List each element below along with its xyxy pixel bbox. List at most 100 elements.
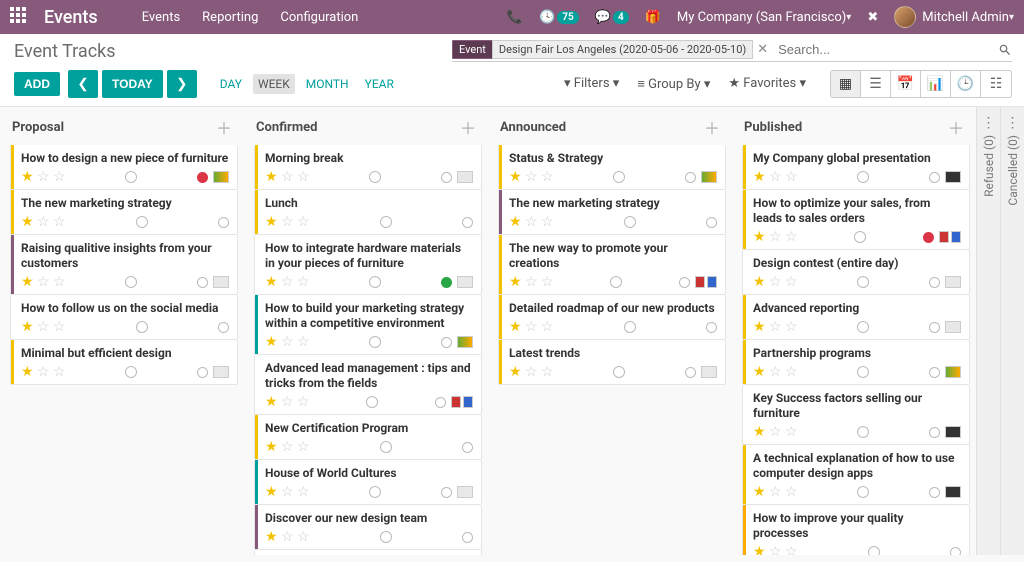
priority-stars[interactable]: ★ ☆ ☆ bbox=[509, 274, 554, 290]
kanban-state-dot[interactable] bbox=[929, 277, 940, 288]
kanban-column-folded[interactable]: ⋮ Refused (0) bbox=[976, 107, 1000, 555]
priority-stars[interactable]: ★ ☆ ☆ bbox=[509, 169, 554, 185]
kanban-card[interactable]: Key Success factors selling our furnitur… bbox=[742, 385, 970, 445]
activity-icon[interactable] bbox=[613, 366, 625, 378]
priority-stars[interactable]: ★ ☆ ☆ bbox=[753, 544, 798, 555]
activity-icon[interactable] bbox=[857, 486, 869, 498]
activity-icon[interactable] bbox=[369, 276, 381, 288]
kanban-card[interactable]: The new marketing strategy ★ ☆ ☆ bbox=[10, 190, 238, 235]
prev-button[interactable]: ❮ bbox=[68, 70, 98, 98]
kanban-card[interactable]: Status & Strategy ★ ☆ ☆ bbox=[498, 145, 726, 190]
groupby-dropdown[interactable]: ≡ Group By ▾ bbox=[637, 76, 710, 92]
priority-stars[interactable]: ★ ☆ ☆ bbox=[753, 484, 798, 500]
kanban-card[interactable]: Morning break ★ ☆ ☆ bbox=[254, 145, 482, 190]
kanban-state-dot[interactable] bbox=[950, 547, 961, 556]
priority-stars[interactable]: ★ ☆ ☆ bbox=[21, 214, 66, 230]
kanban-state-dot[interactable] bbox=[929, 367, 940, 378]
column-header[interactable]: Confirmed ＋ bbox=[254, 113, 482, 145]
view-graph[interactable]: 📊 bbox=[921, 71, 951, 97]
app-brand[interactable]: Events bbox=[44, 7, 98, 28]
kanban-state-dot[interactable] bbox=[441, 337, 452, 348]
priority-stars[interactable]: ★ ☆ ☆ bbox=[21, 274, 66, 290]
kanban-card[interactable]: The new way to promote your creations ★ … bbox=[498, 235, 726, 295]
activity-icon[interactable] bbox=[857, 171, 869, 183]
kanban-state-dot[interactable] bbox=[197, 367, 208, 378]
priority-stars[interactable]: ★ ☆ ☆ bbox=[265, 214, 310, 230]
view-gantt[interactable]: ☷ bbox=[981, 71, 1011, 97]
search-icon[interactable] bbox=[998, 42, 1012, 57]
kanban-state-dot[interactable] bbox=[706, 322, 717, 333]
menu-reporting[interactable]: Reporting bbox=[202, 10, 258, 25]
kanban-state-dot[interactable] bbox=[435, 397, 446, 408]
priority-stars[interactable]: ★ ☆ ☆ bbox=[265, 274, 310, 290]
kanban-card[interactable]: Portfolio presentation ★ ☆ ☆ bbox=[254, 550, 482, 555]
favorites-dropdown[interactable]: ★ Favorites ▾ bbox=[728, 76, 806, 92]
kanban-card[interactable]: Detailed roadmap of our new products ★ ☆… bbox=[498, 295, 726, 340]
user-menu[interactable]: Mitchell Admin bbox=[894, 6, 1014, 28]
priority-stars[interactable]: ★ ☆ ☆ bbox=[753, 274, 798, 290]
column-add-icon[interactable]: ＋ bbox=[704, 115, 720, 139]
add-button[interactable]: ADD bbox=[14, 72, 60, 96]
kanban-state-dot[interactable] bbox=[218, 322, 229, 333]
column-header[interactable]: Proposal ＋ bbox=[10, 113, 238, 145]
activity-icon[interactable] bbox=[610, 276, 622, 288]
column-header[interactable]: Published ＋ bbox=[742, 113, 970, 145]
activity-icon[interactable] bbox=[125, 276, 137, 288]
kanban-card[interactable]: How to build your marketing strategy wit… bbox=[254, 295, 482, 355]
kanban-card[interactable]: Minimal but efficient design ★ ☆ ☆ bbox=[10, 340, 238, 385]
activity-icon[interactable] bbox=[380, 216, 392, 228]
breadcrumb[interactable]: Event Tracks bbox=[14, 41, 116, 62]
priority-stars[interactable]: ★ ☆ ☆ bbox=[753, 364, 798, 380]
priority-stars[interactable]: ★ ☆ ☆ bbox=[753, 424, 798, 440]
company-switcher[interactable]: My Company (San Francisco) bbox=[677, 10, 851, 25]
kanban-card[interactable]: A technical explanation of how to use co… bbox=[742, 445, 970, 505]
activity-icon[interactable] bbox=[369, 336, 381, 348]
activities-icon[interactable]: 🕓75 bbox=[539, 10, 579, 25]
kanban-state-dot[interactable] bbox=[462, 217, 473, 228]
kanban-card[interactable]: How to integrate hardware materials in y… bbox=[254, 235, 482, 295]
kanban-card[interactable]: The new marketing strategy ★ ☆ ☆ bbox=[498, 190, 726, 235]
activity-icon[interactable] bbox=[857, 276, 869, 288]
priority-stars[interactable]: ★ ☆ ☆ bbox=[265, 334, 310, 350]
kanban-card[interactable]: Raising qualitive insights from your cus… bbox=[10, 235, 238, 295]
kanban-state-dot[interactable] bbox=[462, 532, 473, 543]
kanban-card[interactable]: My Company global presentation ★ ☆ ☆ bbox=[742, 145, 970, 190]
gift-icon[interactable]: 🎁 bbox=[645, 10, 661, 25]
kanban-state-dot[interactable] bbox=[929, 322, 940, 333]
activity-icon[interactable] bbox=[380, 531, 392, 543]
column-add-icon[interactable]: ＋ bbox=[460, 115, 476, 139]
kanban-card[interactable]: Design contest (entire day) ★ ☆ ☆ bbox=[742, 250, 970, 295]
filters-dropdown[interactable]: ▾ Filters ▾ bbox=[564, 76, 619, 92]
view-calendar[interactable]: 📅 bbox=[891, 71, 921, 97]
activity-icon[interactable] bbox=[857, 321, 869, 333]
kanban-card[interactable]: Partnership programs ★ ☆ ☆ bbox=[742, 340, 970, 385]
kanban-state-dot[interactable] bbox=[218, 217, 229, 228]
view-activity[interactable]: 🕒 bbox=[951, 71, 981, 97]
next-button[interactable]: ❯ bbox=[167, 70, 197, 98]
range-week[interactable]: WEEK bbox=[253, 74, 295, 94]
kanban-state-dot[interactable] bbox=[923, 232, 934, 243]
discuss-icon[interactable]: 💬4 bbox=[595, 10, 629, 25]
activity-icon[interactable] bbox=[136, 216, 148, 228]
view-kanban[interactable]: ▦ bbox=[831, 71, 861, 97]
priority-stars[interactable]: ★ ☆ ☆ bbox=[21, 319, 66, 335]
kanban-card[interactable]: How to optimize your sales, from leads t… bbox=[742, 190, 970, 250]
kanban-state-dot[interactable] bbox=[679, 277, 690, 288]
range-month[interactable]: MONTH bbox=[301, 74, 354, 94]
activity-icon[interactable] bbox=[857, 366, 869, 378]
priority-stars[interactable]: ★ ☆ ☆ bbox=[265, 169, 310, 185]
kanban-state-dot[interactable] bbox=[441, 277, 452, 288]
kanban-column-folded[interactable]: ⋮ Cancelled (0) bbox=[1000, 107, 1024, 555]
priority-stars[interactable]: ★ ☆ ☆ bbox=[753, 169, 798, 185]
view-list[interactable]: ☰ bbox=[861, 71, 891, 97]
activity-icon[interactable] bbox=[369, 171, 381, 183]
priority-stars[interactable]: ★ ☆ ☆ bbox=[265, 439, 310, 455]
priority-stars[interactable]: ★ ☆ ☆ bbox=[509, 319, 554, 335]
activity-icon[interactable] bbox=[613, 171, 625, 183]
search-bar[interactable]: Event Design Fair Los Angeles (2020-05-0… bbox=[452, 40, 1012, 62]
kanban-state-dot[interactable] bbox=[441, 487, 452, 498]
kanban-state-dot[interactable] bbox=[197, 277, 208, 288]
activity-icon[interactable] bbox=[369, 486, 381, 498]
column-add-icon[interactable]: ＋ bbox=[948, 115, 964, 139]
kanban-state-dot[interactable] bbox=[929, 172, 940, 183]
